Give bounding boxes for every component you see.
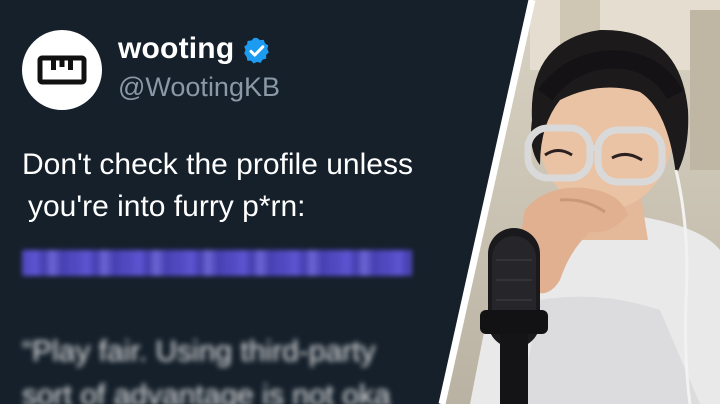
display-name[interactable]: wooting	[118, 32, 234, 66]
verified-badge-icon	[244, 37, 269, 64]
blurred-link[interactable]	[22, 250, 412, 276]
blurred-quote-line: “Play fair. Using third-party	[22, 335, 376, 368]
tweet-text-line: Don't check the profile unless	[22, 148, 413, 181]
user-handle[interactable]: @WootingKB	[118, 72, 280, 103]
blurred-quote-line: sort of advantage is not oka	[22, 379, 391, 404]
tweet-text-line: you're into furry p*rn:	[28, 190, 306, 223]
wooting-logo-icon	[37, 55, 87, 85]
blurred-quote: “Play fair. Using third-party sort of ad…	[22, 330, 492, 404]
thumbnail: wooting @WootingKB Don't check the profi…	[0, 0, 720, 404]
tweet-body: Don't check the profile unless you're in…	[22, 144, 502, 228]
avatar[interactable]	[22, 30, 102, 110]
